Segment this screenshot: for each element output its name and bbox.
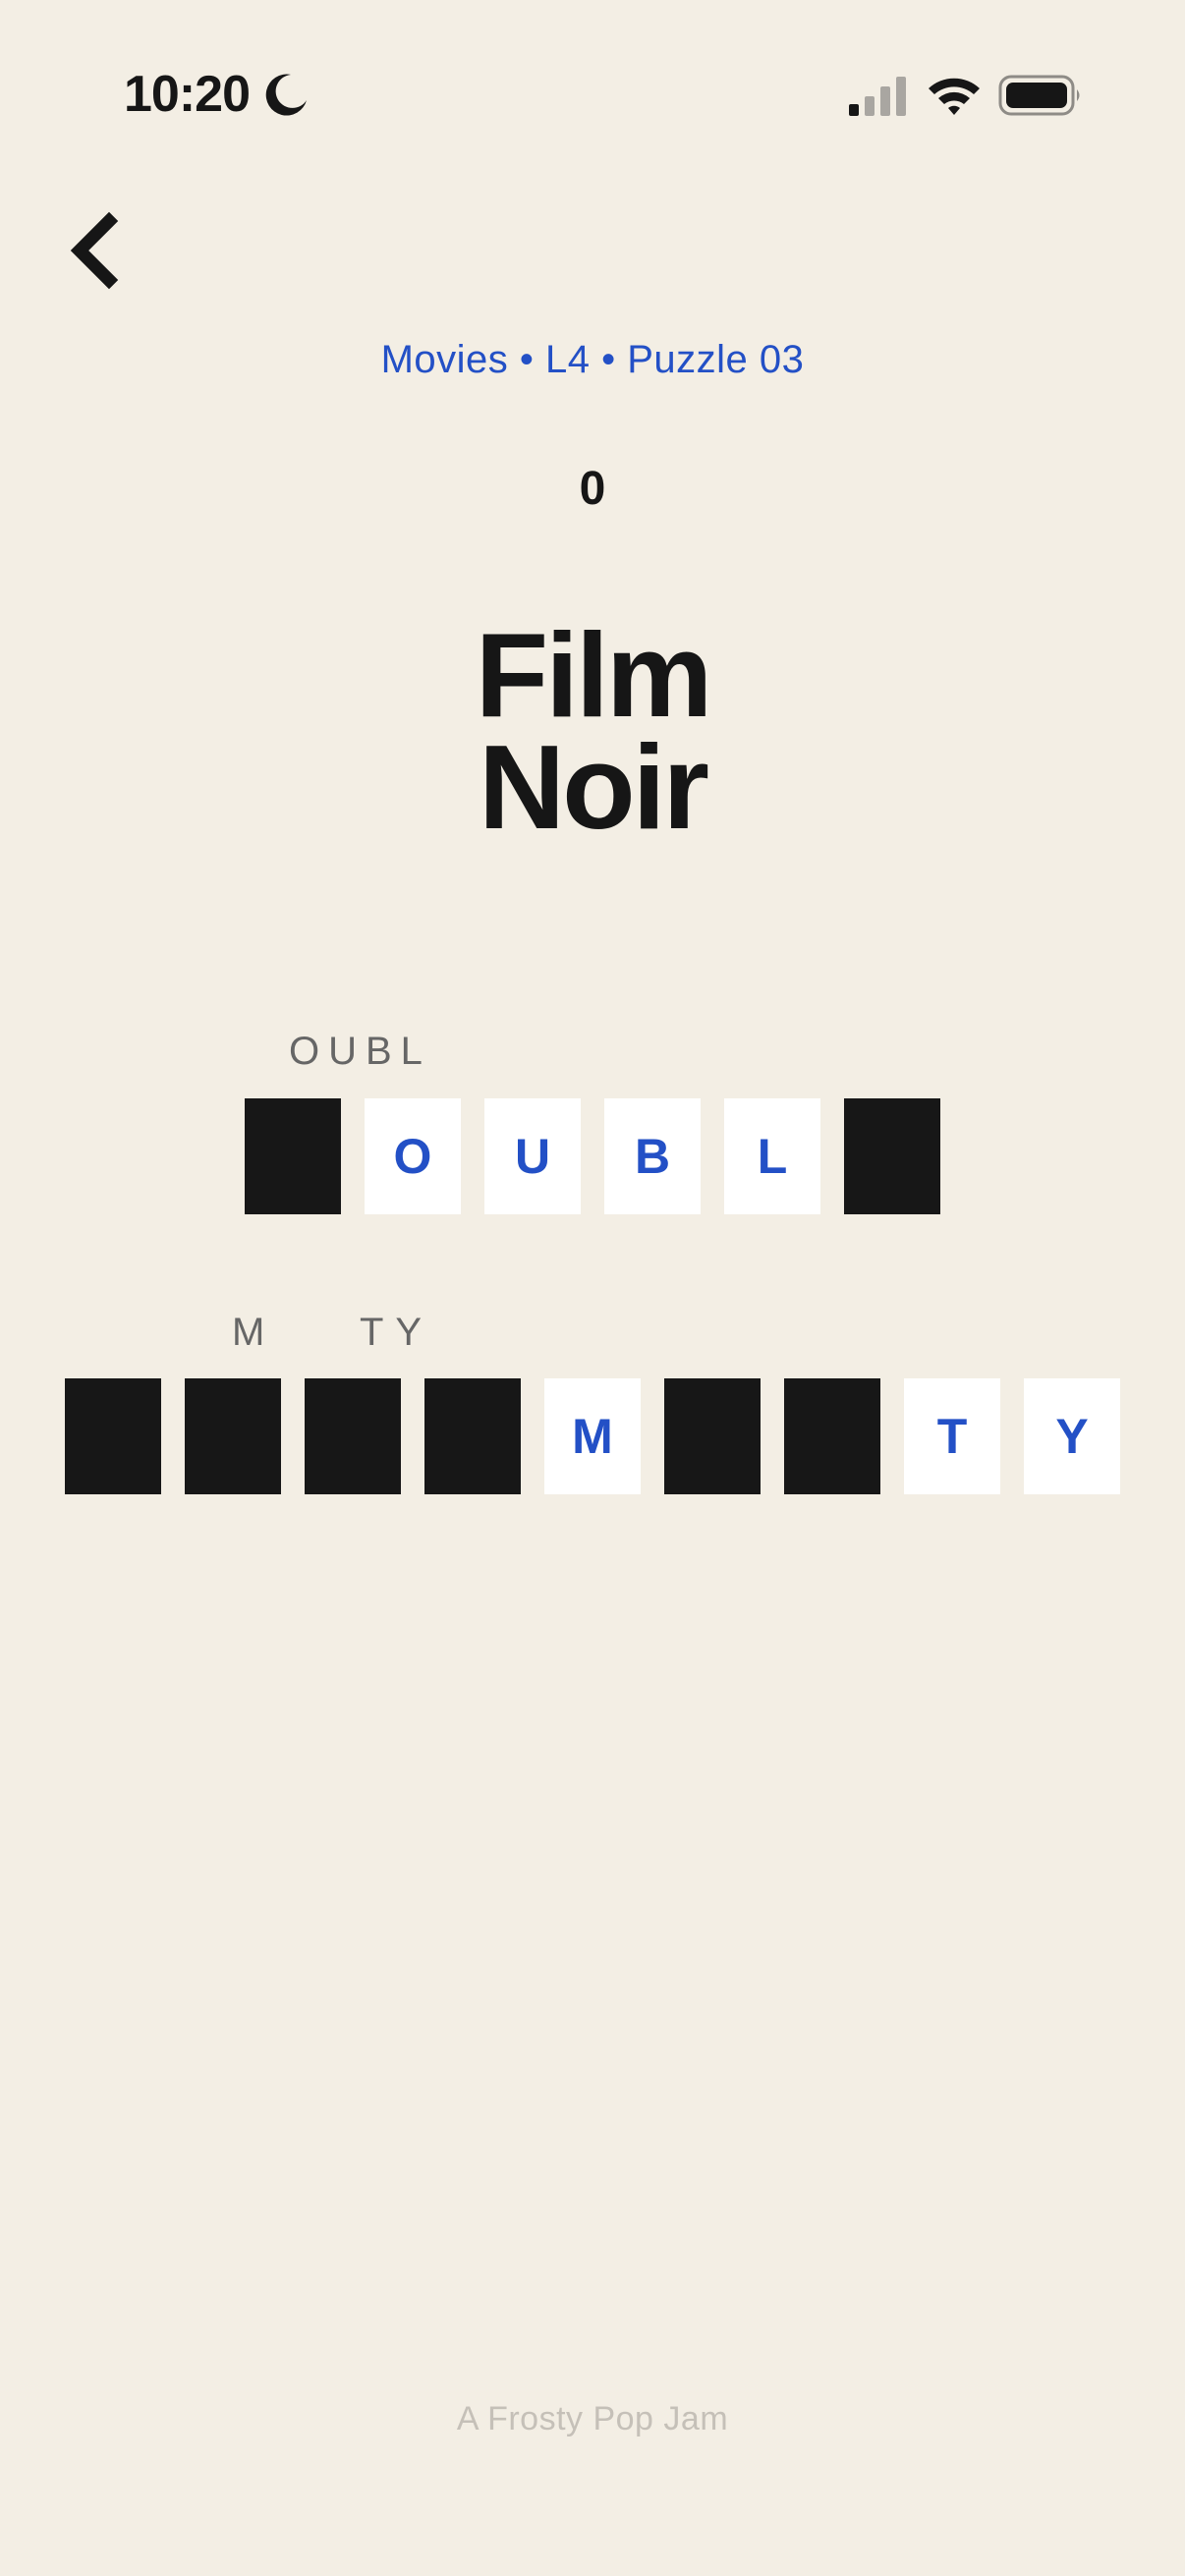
footer-credit: A Frosty Pop Jam [456, 2400, 729, 2437]
row-2-tile-8[interactable]: T [904, 1378, 1000, 1494]
chevron-left-icon [70, 211, 119, 290]
row-1-tile-2[interactable]: O [365, 1098, 461, 1214]
moon-icon [265, 74, 307, 116]
score-counter: 0 [579, 463, 606, 515]
status-bar: 10:20 [0, 0, 1185, 196]
status-time: 10:20 [124, 66, 251, 123]
row-1-tile-1[interactable] [245, 1098, 341, 1214]
row-1-tile-6[interactable] [844, 1098, 940, 1214]
cellular-signal-icon [849, 77, 906, 116]
row-2-tile-4[interactable] [424, 1378, 521, 1494]
back-button[interactable] [49, 206, 138, 295]
row-2-tile-3[interactable] [305, 1378, 401, 1494]
row-1-tile-5[interactable]: L [724, 1098, 820, 1214]
row-2-tile-2[interactable] [185, 1378, 281, 1494]
row-1-hint: OUBL [289, 1030, 431, 1073]
puzzle-title: Film Noir [0, 608, 1185, 854]
wifi-icon [929, 78, 980, 115]
row-1-tile-4[interactable]: B [604, 1098, 701, 1214]
battery-icon [998, 75, 1080, 116]
row-2-tile-9[interactable]: Y [1024, 1378, 1120, 1494]
row-2-hint-part-1: M [232, 1311, 265, 1354]
row-2-tile-7[interactable] [784, 1378, 880, 1494]
title-line-1: Film [475, 608, 713, 742]
title-line-2: Noir [479, 720, 709, 854]
row-2-tile-6[interactable] [664, 1378, 761, 1494]
breadcrumb: Movies • L4 • Puzzle 03 [380, 338, 805, 381]
row-1-tile-3[interactable]: U [484, 1098, 581, 1214]
row-2-tile-1[interactable] [65, 1378, 161, 1494]
row-2-tile-5[interactable]: M [544, 1378, 641, 1494]
row-2-hint-part-2: TY [360, 1311, 434, 1354]
